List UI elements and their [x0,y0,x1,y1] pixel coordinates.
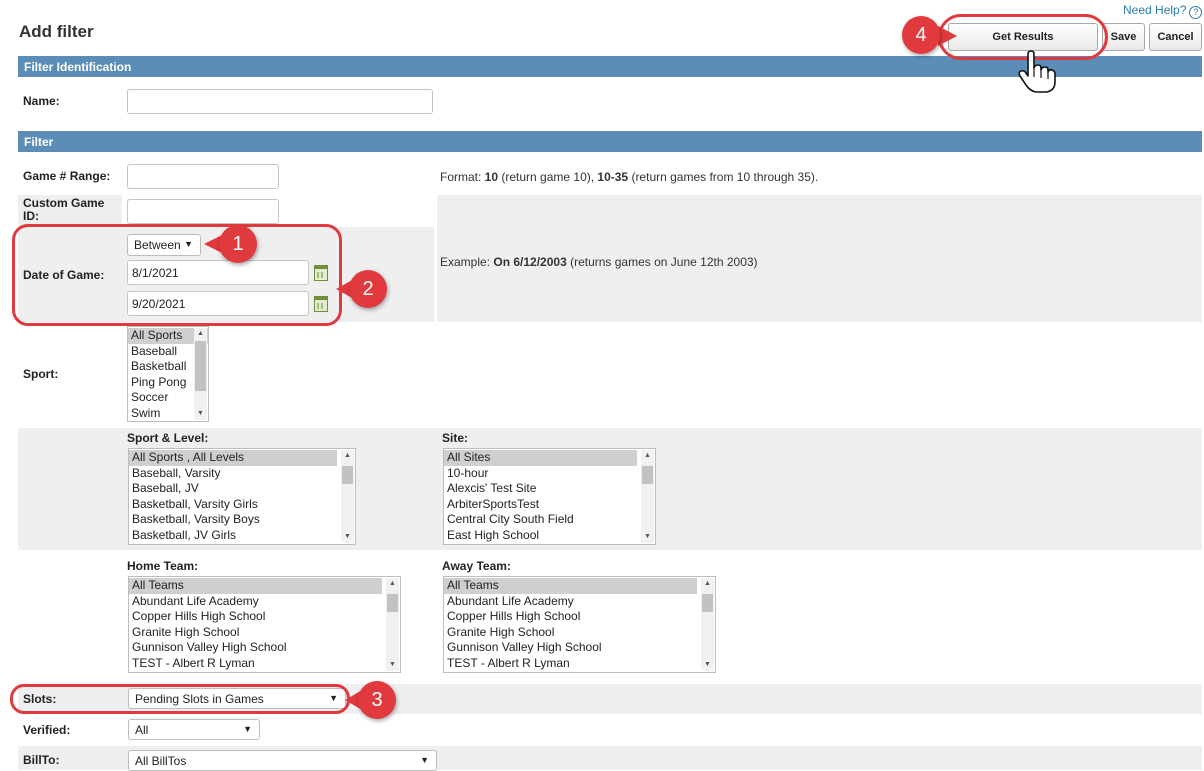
badge-4-pointer [938,26,957,46]
annotation-badge-2: 2 [349,270,387,308]
annotation-badge-1: 1 [219,225,257,263]
annotation-badge-4: 4 [902,16,940,54]
annotation-pointers [204,26,957,710]
hand-cursor-icon [1018,50,1056,93]
annotation-badge-3: 3 [358,681,396,719]
